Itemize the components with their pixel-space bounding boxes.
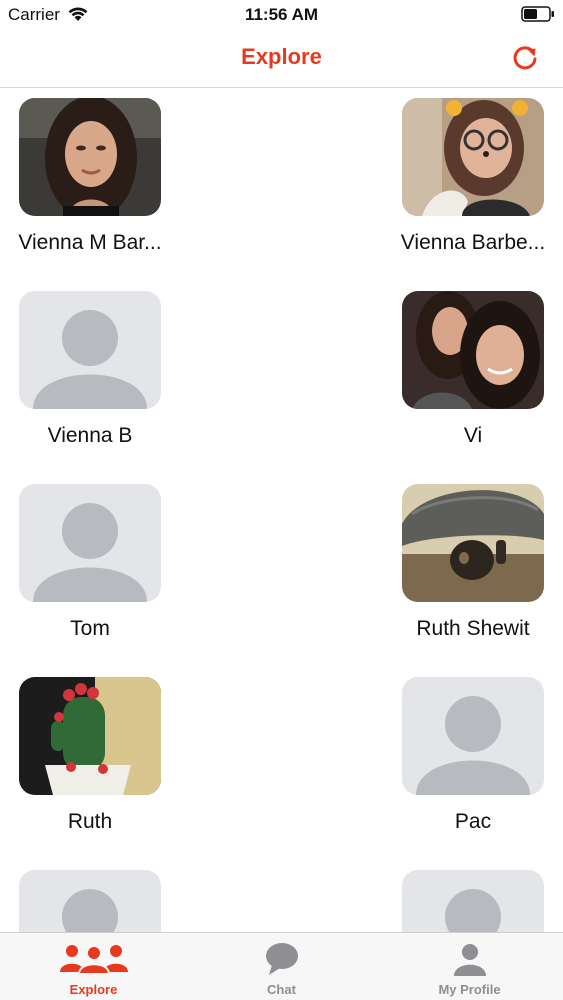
profile-card[interactable]: Pac	[383, 667, 563, 857]
avatar	[402, 98, 544, 216]
profile-card[interactable]: Ruth Shewit	[383, 474, 563, 664]
tab-bar: Explore Chat My Profile	[0, 932, 563, 1000]
avatar	[19, 677, 161, 795]
profile-name: Vienna M Bar...	[18, 231, 162, 254]
person-icon	[453, 944, 486, 976]
profile-card[interactable]: Vienna M Bar...	[0, 88, 180, 278]
refresh-icon	[513, 46, 537, 70]
profile-grid: Vienna M Bar... Vienna Barbe... Vienna B Vi…	[0, 88, 563, 933]
tab-label-explore: Explore	[69, 982, 118, 997]
nav-bar: Explore	[0, 30, 563, 88]
profile-name: Tom	[70, 617, 110, 640]
avatar	[19, 98, 161, 216]
avatar	[402, 291, 544, 409]
tab-label-my-profile: My Profile	[438, 982, 501, 997]
profile-name: Vienna B	[47, 424, 133, 447]
avatar-placeholder	[19, 291, 161, 409]
status-bar: Carrier 11:56 AM	[0, 0, 563, 30]
profile-name: Vienna Barbe...	[400, 231, 546, 254]
profile-card[interactable]: Tom	[0, 474, 180, 664]
tab-my-profile[interactable]: My Profile	[376, 933, 563, 1000]
profile-card[interactable]	[383, 860, 563, 933]
battery-icon	[521, 6, 554, 22]
avatar-placeholder	[19, 484, 161, 602]
avatar-placeholder	[19, 870, 161, 933]
profile-name: Ruth	[67, 810, 113, 833]
tab-label-chat: Chat	[267, 982, 296, 997]
tab-explore[interactable]: Explore	[0, 933, 187, 1000]
profile-card[interactable]: Vienna Barbe...	[383, 88, 563, 278]
page-title: Explore	[241, 44, 322, 69]
profile-name: Pac	[454, 810, 492, 833]
avatar-placeholder	[402, 870, 544, 933]
refresh-button[interactable]	[509, 42, 541, 74]
profile-card[interactable]: Vi	[383, 281, 563, 471]
profile-name: Vi	[463, 424, 483, 447]
group-icon	[59, 945, 128, 975]
profile-name: Ruth Shewit	[416, 617, 530, 640]
profile-card[interactable]: Vienna B	[0, 281, 180, 471]
explore-screen: Carrier 11:56 AM Explore Vienna M Bar...…	[0, 0, 563, 1000]
status-time: 11:56 AM	[244, 5, 319, 24]
profile-card[interactable]: Ruth	[0, 667, 180, 857]
avatar-placeholder	[402, 677, 544, 795]
profile-card[interactable]	[0, 860, 180, 933]
avatar	[402, 484, 544, 602]
chat-bubble-icon	[265, 943, 298, 975]
tab-chat[interactable]: Chat	[188, 933, 375, 1000]
